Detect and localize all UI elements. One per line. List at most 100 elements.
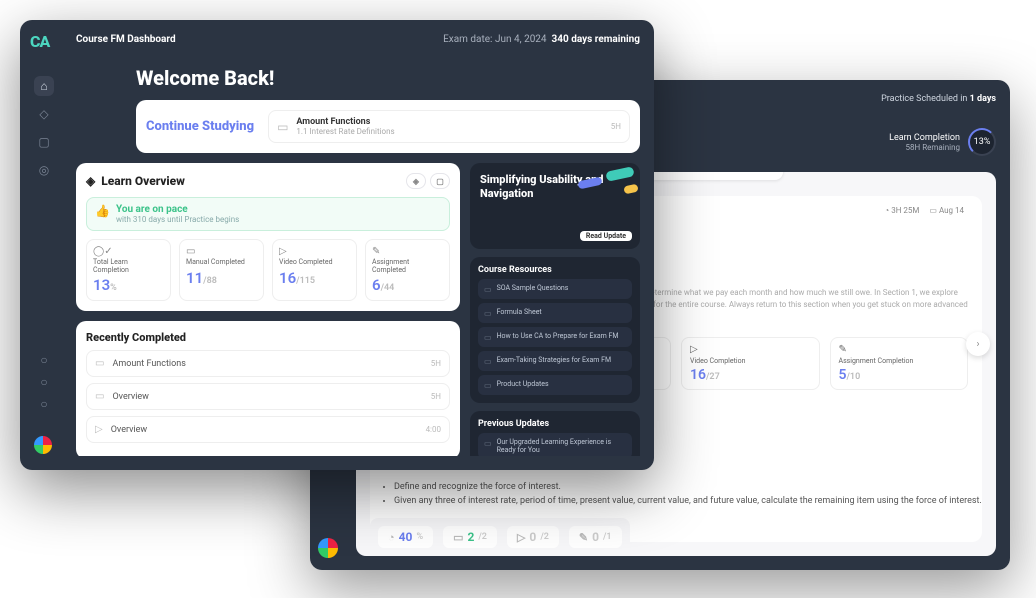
doc-icon: ▭ [484, 285, 492, 294]
stat-manual: ▭ Manual Completed 11/88 [179, 239, 264, 301]
stat-assignment: ✎ Assignment Completion 5/10 [830, 337, 969, 390]
objective-item: Define and recognize the force of intere… [394, 481, 986, 495]
learn-overview-title: Learn Overview [101, 174, 185, 188]
nav-graph-icon[interactable]: ◎ [34, 160, 54, 180]
nav-help-icon[interactable]: ○ [34, 350, 54, 370]
schedule-indicator: Practice Scheduled in 1 days [881, 94, 996, 104]
tab-4[interactable]: 4 [677, 172, 701, 176]
book-icon: ▭ [95, 358, 104, 369]
continue-module-name: Amount Functions [296, 117, 394, 127]
front-content: Welcome Back! Continue Studying ▭ Amount… [76, 60, 640, 456]
read-update-button[interactable]: Read Update [580, 231, 632, 241]
section-meta: ◔ 3H 25M ▭ Aug 14 [884, 206, 964, 215]
next-section-arrow[interactable]: › [966, 332, 990, 356]
pencil-icon: ✎ [839, 344, 960, 355]
decor-shape [623, 184, 638, 195]
learn-completion-widget: Learn Completion 58H Remaining 13% [889, 126, 996, 158]
tab-3[interactable]: 3 [651, 172, 675, 176]
page-title: Course FM Dashboard [76, 34, 176, 45]
stat-total-completion: ◯✓ Total Learn Completion 13% [86, 239, 171, 301]
doc-icon: ▭ [484, 309, 492, 318]
clock-icon: ◔ 3H 25M [884, 206, 919, 215]
book-icon: ▭ [453, 531, 463, 544]
front-sidebar: CA ⌂ ◇ ▢ ◎ ○ ○ ○ [20, 20, 68, 470]
clock-icon: ◔ [388, 531, 395, 544]
brand-logo: CA [30, 32, 49, 51]
tab-6[interactable]: 6 [729, 172, 753, 176]
learn-action-pin[interactable]: ◈ [406, 173, 426, 189]
prog-manual: ▭2/2 [443, 526, 497, 548]
nav-misc-icon[interactable]: ○ [34, 394, 54, 414]
resource-item[interactable]: ▭SOA Sample Questions [478, 279, 632, 299]
pencil-icon: ✎ [372, 246, 443, 257]
recent-item[interactable]: ▷Overview4:00 [86, 416, 450, 443]
continue-module-sub: 1.1 Interest Rate Definitions [296, 127, 394, 136]
schedule-label: Practice Scheduled in [881, 94, 967, 104]
completion-pct-ring: 13% [968, 128, 996, 156]
front-topbar: Course FM Dashboard Exam date: Jun 4, 20… [76, 34, 640, 45]
recent-item[interactable]: ▭Amount Functions5H [86, 350, 450, 377]
stat-video: ▷ Video Completed 16/115 [272, 239, 357, 301]
nav-location-icon[interactable]: ◇ [34, 104, 54, 124]
continue-module-row[interactable]: ▭ Amount Functions 1.1 Interest Rate Def… [268, 110, 630, 143]
continue-title: Continue Studying [146, 119, 254, 134]
prog-video: ▷0/2 [507, 526, 559, 548]
doc-icon: ▭ [484, 381, 492, 390]
welcome-heading: Welcome Back! [136, 66, 640, 90]
resource-item[interactable]: ▭How to Use CA to Prepare for Exam FM [478, 327, 632, 347]
update-hero-card[interactable]: Simplifying Usability and Navigation Rea… [470, 163, 640, 249]
prog-completion: ◔40% [378, 526, 433, 548]
prog-assignment: ✎0/1 [569, 526, 622, 548]
recent-title: Recently Completed [86, 331, 450, 344]
pencil-icon: ✎ [579, 531, 588, 544]
learn-stats-row: ◯✓ Total Learn Completion 13% ▭ Manual C… [86, 239, 450, 301]
completion-label: Learn Completion [889, 133, 960, 143]
stat-assignment: ✎ Assignment Completed 6/44 [365, 239, 450, 301]
nav-board-icon[interactable]: ▢ [34, 132, 54, 152]
nav-home-icon[interactable]: ⌂ [34, 76, 54, 96]
location-pin-icon: ◈ [86, 174, 95, 188]
pace-subtitle: with 310 days until Practice begins [116, 215, 239, 224]
updates-title: Previous Updates [478, 419, 632, 429]
thumbs-up-icon: 👍 [95, 204, 110, 218]
resources-title: Course Resources [478, 265, 632, 275]
avatar-icon[interactable] [34, 436, 52, 454]
pace-banner: 👍 You are on pace with 310 days until Pr… [86, 197, 450, 231]
resource-item[interactable]: ▭Product Updates [478, 375, 632, 395]
completion-remaining: 58H Remaining [889, 143, 960, 152]
objective-list: Define and recognize the force of intere… [370, 481, 986, 508]
book-icon: ▭ [186, 246, 257, 257]
previous-updates-panel: Previous Updates ▭Our Upgraded Learning … [470, 411, 640, 456]
update-item[interactable]: ▭Our Upgraded Learning Experience is Rea… [478, 433, 632, 456]
continue-studying-card[interactable]: Continue Studying ▭ Amount Functions 1.1… [136, 100, 640, 153]
recent-item[interactable]: ▭Overview5H [86, 383, 450, 410]
book-icon: ▭ [277, 120, 288, 134]
nav-settings-icon[interactable]: ○ [34, 372, 54, 392]
stat-video: ▷ Video Completion 16/27 [681, 337, 820, 390]
schedule-days: 1 days [970, 94, 996, 104]
learn-action-expand[interactable]: ▢ [430, 173, 450, 189]
objective-item: Given any three of interest rate, period… [394, 495, 986, 509]
recently-completed-card: Recently Completed ▭Amount Functions5H ▭… [76, 321, 460, 456]
book-icon: ▭ [95, 391, 104, 402]
check-circle-icon: ◯✓ [93, 246, 164, 257]
subsection-progress-row: ◔40% ▭2/2 ▷0/2 ✎0/1 [370, 518, 630, 556]
learn-overview-card: ◈ Learn Overview ◈ ▢ 👍 You are on pace w… [76, 163, 460, 311]
resource-item[interactable]: ▭Formula Sheet [478, 303, 632, 323]
logo-icon [318, 538, 338, 558]
continue-duration: 5H [611, 122, 621, 131]
doc-icon: ▭ [484, 333, 492, 342]
play-icon: ▷ [95, 424, 103, 435]
tab-next[interactable]: › [755, 172, 779, 176]
resource-item[interactable]: ▭Exam-Taking Strategies for Exam FM [478, 351, 632, 371]
back-lower-panel: Define and recognize the force of intere… [370, 481, 986, 556]
play-icon: ▷ [690, 344, 811, 355]
play-icon: ▷ [279, 246, 350, 257]
course-resources-panel: Course Resources ▭SOA Sample Questions ▭… [470, 257, 640, 403]
front-window: CA ⌂ ◇ ▢ ◎ ○ ○ ○ Course FM Dashboard Exa… [20, 20, 654, 470]
doc-icon: ▭ [484, 439, 492, 448]
pace-title: You are on pace [116, 204, 239, 215]
calendar-icon: ▭ Aug 14 [929, 206, 964, 215]
doc-icon: ▭ [484, 357, 492, 366]
tab-5[interactable]: 5 [703, 172, 727, 176]
